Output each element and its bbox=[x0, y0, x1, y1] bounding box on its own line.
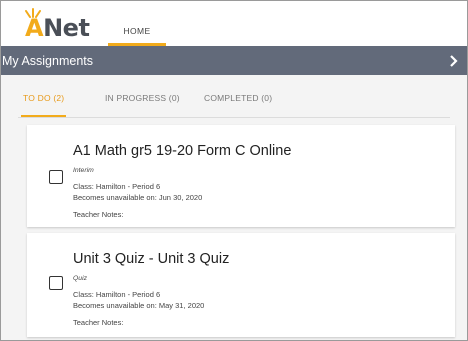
tab-in-progress[interactable]: IN PROGRESS (0) bbox=[105, 93, 180, 119]
assignment-title: A1 Math gr5 19-20 Form C Online bbox=[73, 143, 292, 159]
nav-tab-home[interactable]: HOME bbox=[108, 0, 166, 46]
chevron-right-icon[interactable] bbox=[449, 55, 458, 67]
tab-completed-label: COMPLETED (0) bbox=[204, 93, 273, 103]
assignment-card[interactable]: A1 Math gr5 19-20 Form C Online Interim … bbox=[27, 125, 455, 227]
tab-completed[interactable]: COMPLETED (0) bbox=[204, 93, 272, 119]
nav-tab-home-label: HOME bbox=[123, 26, 151, 36]
logo-suffix: Net bbox=[43, 14, 90, 42]
assignment-card[interactable]: Unit 3 Quiz - Unit 3 Quiz Quiz Class: Ha… bbox=[27, 233, 455, 337]
assignment-title: Unit 3 Quiz - Unit 3 Quiz bbox=[73, 251, 230, 267]
assignment-type: Quiz bbox=[73, 275, 87, 282]
assignment-checkbox[interactable] bbox=[49, 170, 63, 184]
logo-text: ANet bbox=[25, 14, 90, 42]
top-nav-bar: ANet HOME bbox=[0, 0, 468, 46]
assignment-unavailable-date: Becomes unavailable on: Jun 30, 2020 bbox=[73, 193, 203, 202]
anet-logo[interactable]: ANet bbox=[21, 8, 91, 42]
tabs-divider bbox=[18, 117, 450, 118]
tab-to-do-label: TO DO (2) bbox=[23, 93, 65, 103]
assignment-class: Class: Hamilton - Period 6 bbox=[73, 290, 161, 299]
my-assignments-title: My Assignments bbox=[2, 54, 94, 68]
assignment-checkbox[interactable] bbox=[49, 276, 63, 290]
tab-to-do[interactable]: TO DO (2) bbox=[21, 93, 67, 119]
assignment-type: Interim bbox=[73, 167, 94, 174]
logo-prefix: A bbox=[25, 14, 44, 42]
my-assignments-bar[interactable]: My Assignments bbox=[0, 46, 468, 75]
assignment-teacher-notes: Teacher Notes: bbox=[73, 210, 124, 219]
assignment-teacher-notes: Teacher Notes: bbox=[73, 318, 124, 327]
tab-in-progress-label: IN PROGRESS (0) bbox=[105, 93, 180, 103]
assignment-unavailable-date: Becomes unavailable on: May 31, 2020 bbox=[73, 301, 205, 310]
assignment-class: Class: Hamilton - Period 6 bbox=[73, 182, 161, 191]
assignment-tabs: TO DO (2) IN PROGRESS (0) COMPLETED (0) bbox=[0, 75, 468, 119]
